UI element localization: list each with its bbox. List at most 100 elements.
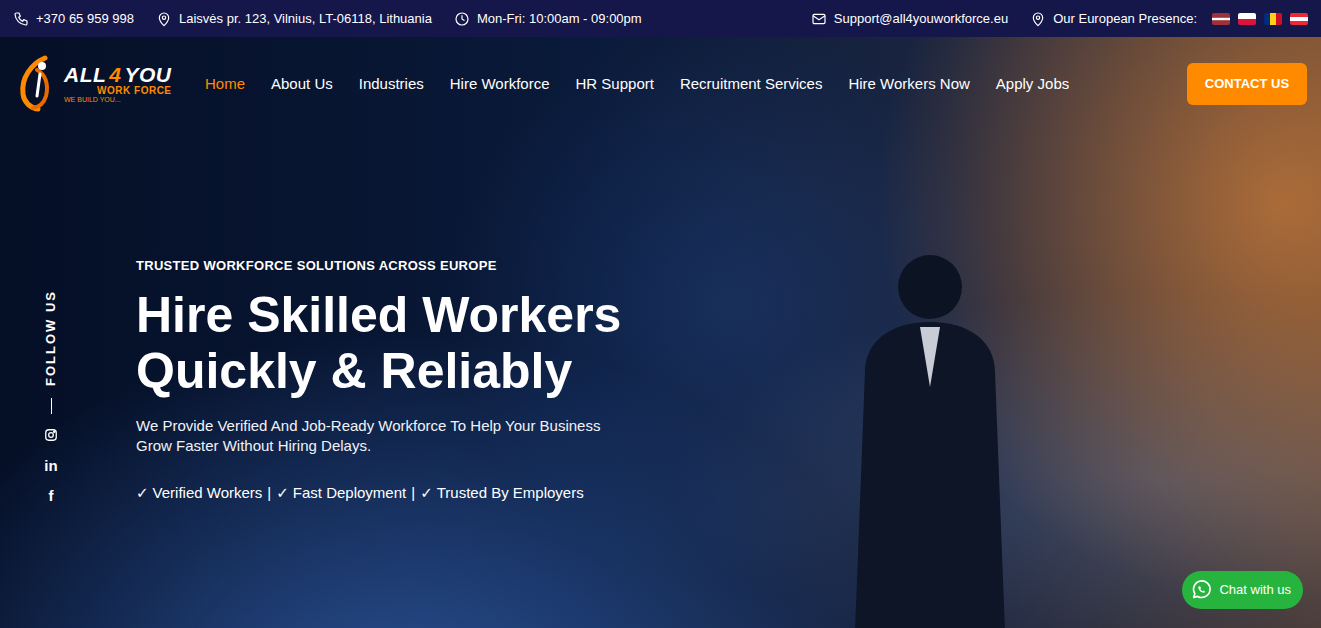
whatsapp-icon bbox=[1190, 579, 1212, 601]
location-icon bbox=[156, 11, 172, 27]
icon-shape bbox=[159, 13, 168, 26]
nav-item: HR Support bbox=[576, 72, 654, 96]
logo-word: YOU bbox=[125, 63, 172, 86]
facebook-glyph[interactable]: f bbox=[49, 488, 54, 503]
phone-icon bbox=[13, 11, 29, 27]
nav-item: Recruitment Services bbox=[680, 72, 823, 96]
hero-eyebrow: TRUSTED WORKFORCE SOLUTIONS ACROSS EUROP… bbox=[136, 258, 1321, 274]
austria-flag-icon bbox=[1290, 13, 1308, 25]
icon-shape bbox=[1290, 13, 1308, 25]
nav-link[interactable]: About Us bbox=[271, 75, 333, 92]
icon-shape bbox=[1194, 581, 1211, 598]
check-icon: ✓ bbox=[276, 484, 289, 501]
icon-shape bbox=[1190, 579, 1212, 601]
check-item: ✓Verified Workers bbox=[136, 484, 262, 501]
phone-number[interactable]: +370 65 959 998 bbox=[13, 9, 134, 29]
icon-shape bbox=[46, 430, 57, 441]
support-email[interactable]: Support@all4youworkforce.eu bbox=[811, 9, 1008, 29]
nav-link[interactable]: HR Support bbox=[576, 75, 654, 92]
icon-shape bbox=[920, 327, 940, 387]
icon-shape bbox=[13, 11, 29, 27]
check-item: ✓Trusted By Employers bbox=[420, 484, 584, 501]
nav-link[interactable]: Recruitment Services bbox=[680, 75, 823, 92]
icon-shape bbox=[49, 433, 54, 438]
separator: | bbox=[267, 484, 271, 501]
nav-menu: Home About Us Industries Hire Workforce HR S… bbox=[205, 72, 1069, 96]
icon-shape bbox=[156, 11, 172, 27]
icon-shape bbox=[1199, 586, 1206, 592]
european-presence-text: Our European Presence: bbox=[1053, 9, 1197, 29]
nav-link[interactable]: Home bbox=[205, 75, 245, 92]
main-navbar: ALL4YOUWORK FORCEWE BUILD YOU... Home Abou… bbox=[0, 37, 1321, 131]
nav-item: Hire Workforce bbox=[450, 72, 550, 96]
logo-title: ALL4YOU bbox=[64, 64, 172, 85]
linkedin-glyph[interactable]: in bbox=[44, 458, 57, 473]
icon-shape bbox=[38, 62, 46, 70]
icon-shape bbox=[1212, 17, 1230, 19]
check-label: Fast Deployment bbox=[293, 484, 406, 501]
icon-shape bbox=[54, 431, 55, 432]
nav-link[interactable]: Apply Jobs bbox=[996, 75, 1069, 92]
linkedin-icon[interactable]: in bbox=[42, 456, 60, 474]
hero-subtitle: We Provide Verified And Job-Ready Workfo… bbox=[136, 416, 608, 456]
icon-shape bbox=[1276, 13, 1282, 25]
presence-info: Support@all4youworkforce.eu Our European … bbox=[811, 9, 1308, 29]
icon-shape bbox=[15, 54, 61, 114]
icon-shape bbox=[1290, 17, 1308, 21]
flag-list bbox=[1212, 13, 1308, 25]
chat-label[interactable]: Chat with us bbox=[1219, 580, 1291, 600]
follow-sidebar: FOLLOW USinf bbox=[41, 290, 61, 504]
nav-item: Apply Jobs bbox=[996, 72, 1069, 96]
contact-button[interactable]: CONTACT US bbox=[1187, 63, 1307, 105]
page: +370 65 959 998 Laisvės pr. 123, Vilnius,… bbox=[0, 0, 1321, 628]
phone-number-text[interactable]: +370 65 959 998 bbox=[36, 9, 134, 29]
poland-flag-icon bbox=[1238, 13, 1256, 25]
opening-hours-text: Mon-Fri: 10:00am - 09:00pm bbox=[477, 9, 642, 29]
icon-shape bbox=[1264, 13, 1282, 25]
icon-shape bbox=[33, 70, 47, 108]
instagram-icon[interactable] bbox=[42, 426, 60, 444]
nav-item: Home bbox=[205, 72, 245, 96]
icon-shape bbox=[1238, 13, 1256, 25]
nav-item: About Us bbox=[271, 72, 333, 96]
address-text: Laisvės pr. 123, Vilnius, LT-06118, Lith… bbox=[179, 9, 432, 29]
chat-button[interactable]: Chat with us bbox=[1182, 571, 1303, 609]
hero-content: TRUSTED WORKFORCE SOLUTIONS ACROSS EUROP… bbox=[0, 258, 1321, 503]
icon-shape bbox=[898, 255, 962, 319]
icon-shape bbox=[162, 16, 165, 19]
hero-section: ALL4YOUWORK FORCEWE BUILD YOU... Home Abou… bbox=[0, 37, 1321, 628]
european-presence: Our European Presence: bbox=[1030, 9, 1308, 29]
check-label: Trusted By Employers bbox=[437, 484, 584, 501]
icon-shape bbox=[1270, 13, 1276, 25]
icon-shape bbox=[1290, 13, 1308, 25]
nav-link[interactable]: Hire Workers Now bbox=[848, 75, 969, 92]
title-line: Quickly & Reliably bbox=[136, 343, 1321, 399]
icon-shape bbox=[1238, 13, 1256, 19]
icon-shape bbox=[835, 232, 1025, 628]
logo-number: 4 bbox=[109, 63, 121, 86]
nav-item: Industries bbox=[359, 72, 424, 96]
check-item: ✓Fast Deployment bbox=[276, 484, 406, 501]
hero-title: Hire Skilled WorkersQuickly & Reliably bbox=[136, 287, 1321, 399]
check-icon: ✓ bbox=[420, 484, 433, 501]
address: Laisvės pr. 123, Vilnius, LT-06118, Lith… bbox=[156, 9, 432, 29]
nav-link[interactable]: Industries bbox=[359, 75, 424, 92]
brand-logo[interactable]: ALL4YOUWORK FORCEWE BUILD YOU... bbox=[15, 54, 193, 114]
icon-shape bbox=[15, 13, 27, 25]
mail-icon bbox=[811, 11, 827, 27]
logo-subtitle: WORK FORCE bbox=[64, 85, 172, 96]
divider-line bbox=[51, 398, 52, 414]
check-label: Verified Workers bbox=[153, 484, 263, 501]
icon-shape bbox=[1034, 13, 1043, 26]
icon-shape bbox=[855, 322, 1005, 628]
feature-checks: ✓Verified Workers|✓Fast Deployment|✓Trus… bbox=[136, 483, 1321, 503]
facebook-icon[interactable]: f bbox=[42, 486, 60, 504]
check-icon: ✓ bbox=[136, 484, 149, 501]
nav-link[interactable]: Hire Workforce bbox=[450, 75, 550, 92]
icon-shape bbox=[1264, 13, 1270, 25]
logo-text: ALL4YOUWORK FORCEWE BUILD YOU... bbox=[64, 64, 172, 104]
icon-shape bbox=[37, 74, 40, 96]
icon-shape bbox=[462, 15, 464, 20]
support-email-text[interactable]: Support@all4youworkforce.eu bbox=[834, 9, 1008, 29]
opening-hours: Mon-Fri: 10:00am - 09:00pm bbox=[454, 9, 642, 29]
